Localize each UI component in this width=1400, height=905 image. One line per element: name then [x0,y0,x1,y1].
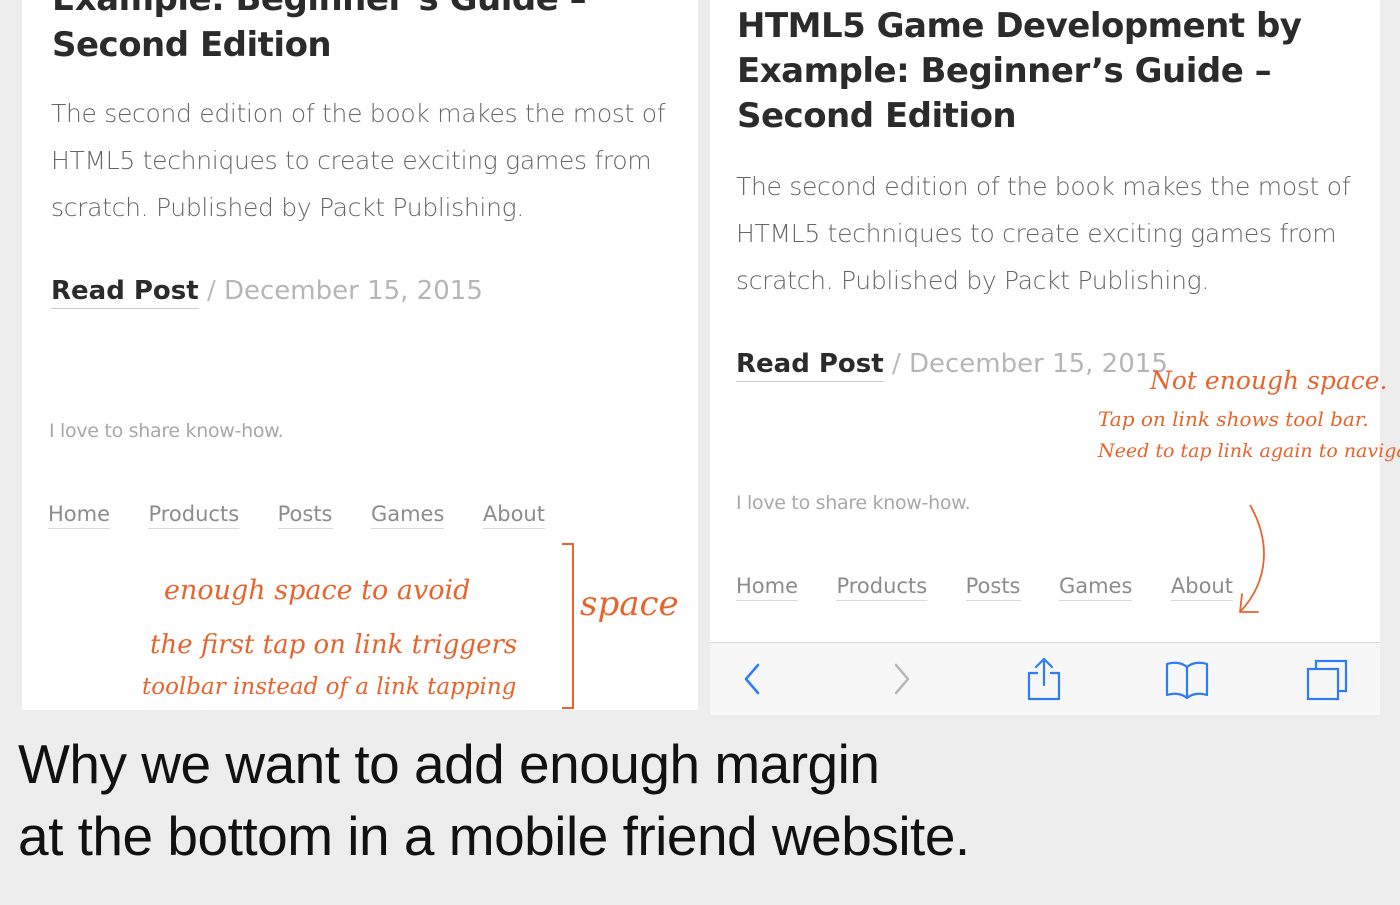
annotation-space-label: space [580,584,679,624]
post-date: December 15, 2015 [223,276,483,306]
back-icon[interactable] [738,657,768,701]
post-excerpt: The second edition of the book makes the… [736,172,1351,295]
share-icon[interactable] [1024,657,1064,703]
site-tagline: I love to share know-how. [736,492,971,514]
post-title-line: Example: Beginner’s Guide – [52,0,587,20]
nav-products[interactable]: Products [836,574,928,601]
caption-line: Why we want to add enough margin [18,733,880,795]
annotation-line: enough space to avoid [164,575,471,606]
read-post-link[interactable]: Read Post [736,349,884,382]
nav-about[interactable]: About [1170,574,1233,601]
post-date: December 15, 2015 [908,349,1168,379]
annotation-line: toolbar instead of a link tapping [142,674,517,700]
caption: Why we want to add enough margin at the … [18,728,970,872]
safari-bottom-toolbar [710,642,1380,715]
post-meta: Read Post / December 15, 2015 [51,276,483,309]
nav-games[interactable]: Games [370,502,445,529]
nav-posts[interactable]: Posts [965,574,1021,601]
nav-about[interactable]: About [482,502,545,529]
annotation-line: the first tap on link triggers [150,630,518,660]
nav-games[interactable]: Games [1058,574,1133,601]
post-title-line: Second Edition [52,25,332,65]
read-post-link[interactable]: Read Post [51,276,199,309]
annotation-line: Not enough space. [1150,366,1388,395]
tabs-icon[interactable] [1304,657,1350,703]
post-title-partial: Example: Beginner’s Guide – Second Editi… [52,0,587,66]
meta-separator: / [891,349,901,379]
meta-separator: / [206,276,216,306]
post-title-line: Second Edition [737,96,1017,136]
post-meta: Read Post / December 15, 2015 [736,349,1168,382]
forward-icon[interactable] [886,657,916,701]
annotation-line: Need to tap link again to navigate [1098,440,1400,462]
bookmarks-icon[interactable] [1164,657,1210,701]
annotation-line: Tap on link shows tool bar. [1098,407,1369,431]
nav-home[interactable]: Home [736,574,799,601]
site-tagline: I love to share know-how. [49,420,284,442]
footer-nav: Home Products Posts Games About [48,502,579,529]
caption-line: at the bottom in a mobile friend website… [18,805,970,867]
nav-home[interactable]: Home [48,502,111,529]
nav-products[interactable]: Products [148,502,240,529]
footer-nav: Home Products Posts Games About [736,574,1267,601]
post-excerpt: The second edition of the book makes the… [51,99,666,222]
right-screenshot: HTML5 Game Development by Example: Begin… [710,0,1380,715]
post-title-line: HTML5 Game Development by [737,6,1302,46]
post-title-line: Example: Beginner’s Guide – [737,51,1272,91]
left-screenshot: Example: Beginner’s Guide – Second Editi… [22,0,698,710]
post-title: HTML5 Game Development by Example: Begin… [737,4,1302,139]
nav-posts[interactable]: Posts [277,502,333,529]
